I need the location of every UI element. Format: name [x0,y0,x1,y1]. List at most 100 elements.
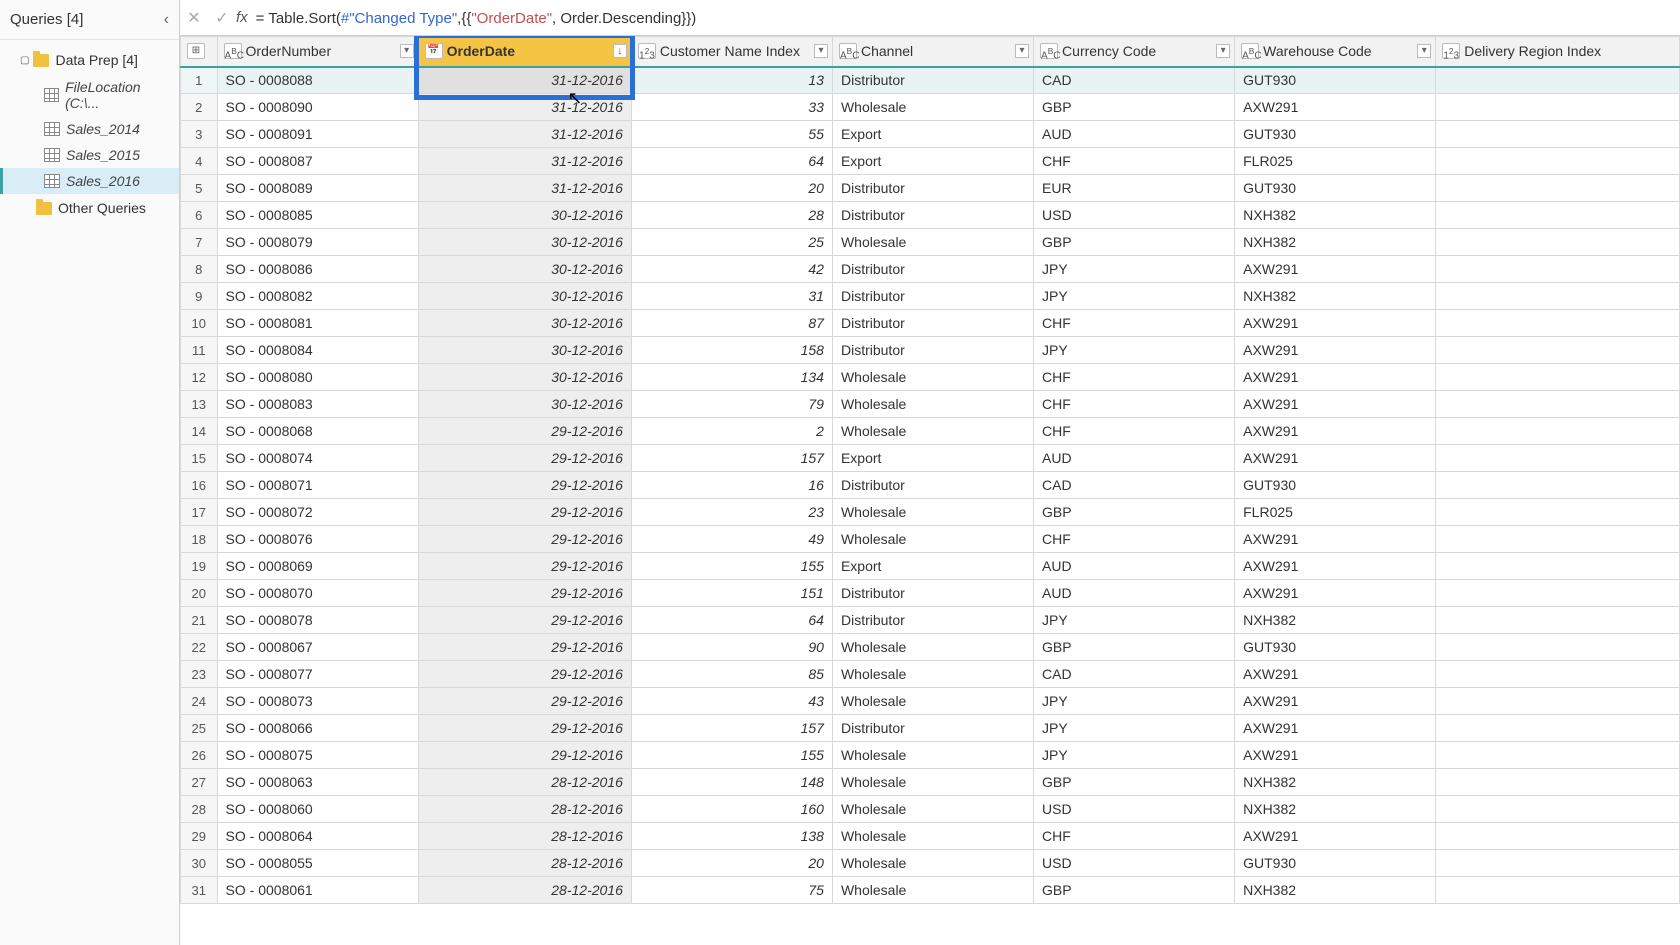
cell-delivery-region[interactable] [1436,688,1680,715]
cell-delivery-region[interactable] [1436,202,1680,229]
group-data-prep[interactable]: ▢ Data Prep [4] [0,46,179,74]
cell-channel[interactable]: Wholesale [832,742,1033,769]
cell-customer-index[interactable]: 160 [631,796,832,823]
cell-delivery-region[interactable] [1436,391,1680,418]
row-number[interactable]: 26 [181,742,218,769]
cell-warehouse[interactable]: GUT930 [1235,634,1436,661]
row-number[interactable]: 11 [181,337,218,364]
cell-warehouse[interactable]: AXW291 [1235,553,1436,580]
cell-delivery-region[interactable] [1436,310,1680,337]
cell-currency[interactable]: JPY [1034,337,1235,364]
table-row[interactable]: 28SO - 000806028-12-2016160WholesaleUSDN… [181,796,1680,823]
cell-currency[interactable]: AUD [1034,121,1235,148]
column-header-currency[interactable]: ABC Currency Code [1034,37,1235,67]
cell-ordernumber[interactable]: SO - 0008055 [217,850,418,877]
cell-ordernumber[interactable]: SO - 0008064 [217,823,418,850]
cell-orderdate[interactable]: 28-12-2016 [418,823,631,850]
cell-currency[interactable]: CHF [1034,310,1235,337]
row-number[interactable]: 3 [181,121,218,148]
cell-channel[interactable]: Wholesale [832,769,1033,796]
query-item-sales-2014[interactable]: Sales_2014 [0,116,179,142]
cell-warehouse[interactable]: AXW291 [1235,715,1436,742]
cell-currency[interactable]: JPY [1034,256,1235,283]
cell-customer-index[interactable]: 20 [631,850,832,877]
cell-channel[interactable]: Distributor [832,580,1033,607]
cell-warehouse[interactable]: NXH382 [1235,769,1436,796]
row-number[interactable]: 15 [181,445,218,472]
cell-customer-index[interactable]: 64 [631,607,832,634]
cell-ordernumber[interactable]: SO - 0008089 [217,175,418,202]
cell-currency[interactable]: JPY [1034,688,1235,715]
table-row[interactable]: 19SO - 000806929-12-2016155ExportAUDAXW2… [181,553,1680,580]
cell-delivery-region[interactable] [1436,472,1680,499]
query-item-filelocation-c-[interactable]: FileLocation (C:\... [0,74,179,116]
cell-orderdate[interactable]: 29-12-2016 [418,634,631,661]
cell-ordernumber[interactable]: SO - 0008084 [217,337,418,364]
cell-customer-index[interactable]: 2 [631,418,832,445]
cell-warehouse[interactable]: GUT930 [1235,472,1436,499]
cell-delivery-region[interactable] [1436,580,1680,607]
filter-dropdown-icon[interactable] [1417,44,1431,58]
cell-delivery-region[interactable] [1436,715,1680,742]
cell-delivery-region[interactable] [1436,877,1680,904]
cell-orderdate[interactable]: 30-12-2016 [418,364,631,391]
cell-channel[interactable]: Distributor [832,256,1033,283]
table-row[interactable]: 23SO - 000807729-12-201685WholesaleCADAX… [181,661,1680,688]
cell-warehouse[interactable]: AXW291 [1235,364,1436,391]
cell-customer-index[interactable]: 28 [631,202,832,229]
cell-orderdate[interactable]: 29-12-2016 [418,580,631,607]
cell-customer-index[interactable]: 33 [631,94,832,121]
cell-delivery-region[interactable] [1436,499,1680,526]
cell-currency[interactable]: GBP [1034,877,1235,904]
cell-warehouse[interactable]: AXW291 [1235,445,1436,472]
cell-orderdate[interactable]: 30-12-2016 [418,202,631,229]
column-header-orderdate[interactable]: 📅 OrderDate [418,37,631,67]
filter-dropdown-icon[interactable] [1015,44,1029,58]
cell-customer-index[interactable]: 157 [631,715,832,742]
cell-orderdate[interactable]: 31-12-2016 [418,175,631,202]
cell-ordernumber[interactable]: SO - 0008072 [217,499,418,526]
cell-ordernumber[interactable]: SO - 0008074 [217,445,418,472]
cell-currency[interactable]: JPY [1034,283,1235,310]
row-number[interactable]: 9 [181,283,218,310]
cell-ordernumber[interactable]: SO - 0008061 [217,877,418,904]
cell-currency[interactable]: GBP [1034,94,1235,121]
column-header-customer-index[interactable]: 123 Customer Name Index [631,37,832,67]
cell-delivery-region[interactable] [1436,229,1680,256]
row-number[interactable]: 23 [181,661,218,688]
cell-customer-index[interactable]: 138 [631,823,832,850]
column-header-delivery-region[interactable]: 123 Delivery Region Index [1436,37,1680,67]
cell-warehouse[interactable]: NXH382 [1235,877,1436,904]
cell-ordernumber[interactable]: SO - 0008063 [217,769,418,796]
cell-orderdate[interactable]: 31-12-2016 [418,67,631,94]
cell-orderdate[interactable]: 30-12-2016 [418,310,631,337]
cell-orderdate[interactable]: 29-12-2016 [418,445,631,472]
cell-customer-index[interactable]: 87 [631,310,832,337]
cell-channel[interactable]: Export [832,148,1033,175]
cell-channel[interactable]: Wholesale [832,823,1033,850]
cell-delivery-region[interactable] [1436,418,1680,445]
cell-channel[interactable]: Export [832,445,1033,472]
table-row[interactable]: 21SO - 000807829-12-201664DistributorJPY… [181,607,1680,634]
cell-warehouse[interactable]: AXW291 [1235,823,1436,850]
row-number[interactable]: 7 [181,229,218,256]
cell-orderdate[interactable]: 30-12-2016 [418,337,631,364]
table-row[interactable]: 25SO - 000806629-12-2016157DistributorJP… [181,715,1680,742]
cell-delivery-region[interactable] [1436,850,1680,877]
cell-delivery-region[interactable] [1436,526,1680,553]
cell-customer-index[interactable]: 42 [631,256,832,283]
row-number[interactable]: 31 [181,877,218,904]
cell-orderdate[interactable]: 29-12-2016 [418,553,631,580]
cell-delivery-region[interactable] [1436,823,1680,850]
cell-warehouse[interactable]: AXW291 [1235,94,1436,121]
table-row[interactable]: 22SO - 000806729-12-201690WholesaleGBPGU… [181,634,1680,661]
row-number[interactable]: 27 [181,769,218,796]
cell-currency[interactable]: JPY [1034,607,1235,634]
cell-currency[interactable]: CHF [1034,148,1235,175]
cell-currency[interactable]: USD [1034,850,1235,877]
cell-warehouse[interactable]: GUT930 [1235,67,1436,94]
table-row[interactable]: 9SO - 000808230-12-201631DistributorJPYN… [181,283,1680,310]
cell-warehouse[interactable]: AXW291 [1235,526,1436,553]
cell-currency[interactable]: AUD [1034,580,1235,607]
cell-channel[interactable]: Wholesale [832,661,1033,688]
